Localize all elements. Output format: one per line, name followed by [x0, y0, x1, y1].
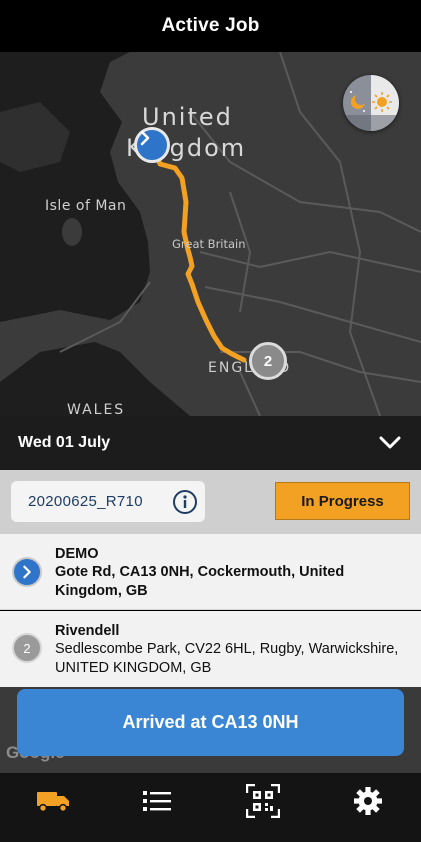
truck-icon: [37, 792, 69, 813]
map-label-wales: WALES: [67, 402, 126, 416]
tab-active-job[interactable]: [28, 781, 78, 821]
stop-2-marker: 2: [12, 633, 42, 663]
qr-scan-icon: [246, 784, 280, 818]
date-selector[interactable]: Wed 01 July: [0, 416, 421, 470]
bottom-tab-bar: [0, 773, 421, 842]
tab-settings[interactable]: [343, 781, 393, 821]
job-id-box: 20200625_R710: [11, 481, 205, 522]
day-night-toggle[interactable]: [343, 75, 399, 131]
map-label-isle-of-man: Isle of Man: [45, 198, 127, 214]
job-date: Wed 01 July: [18, 434, 111, 451]
chevron-right-icon: [140, 130, 150, 146]
chevron-down-icon[interactable]: [379, 436, 401, 450]
job-summary: 20200625_R710 In Progress: [0, 470, 421, 534]
stop-list-item[interactable]: 2 Rivendell Sedlescombe Park, CV22 6HL, …: [0, 611, 421, 687]
stop-2-map-marker[interactable]: 2: [249, 342, 287, 380]
stop-1-marker: [12, 557, 42, 587]
gear-icon: [354, 787, 382, 815]
stop-address: Sedlescombe Park, CV22 6HL, Rugby, Warwi…: [55, 641, 399, 676]
stop-2-marker-number: 2: [263, 352, 273, 370]
stop-1-details: DEMO Gote Rd, CA13 0NH, Cockermouth, Uni…: [55, 545, 410, 600]
list-icon: [143, 791, 171, 811]
arrived-button[interactable]: Arrived at CA13 0NH: [17, 689, 404, 756]
app-header: Active Job: [0, 0, 421, 52]
job-status-button[interactable]: In Progress: [275, 482, 410, 520]
stop-1-map-marker[interactable]: [134, 127, 170, 163]
job-id: 20200625_R710: [28, 493, 143, 510]
isle-of-man-shape: [62, 218, 82, 246]
tab-qr-scan[interactable]: [238, 781, 288, 821]
chevron-right-icon: [23, 565, 31, 579]
map-label-great-britain: Great Britain: [172, 237, 246, 251]
day-night-icon: [343, 75, 399, 131]
stop-number: 2: [23, 640, 31, 656]
stop-list-item[interactable]: DEMO Gote Rd, CA13 0NH, Cockermouth, Uni…: [0, 534, 421, 610]
tab-job-list[interactable]: [132, 781, 182, 821]
info-icon[interactable]: [172, 489, 198, 515]
page-title: Active Job: [161, 15, 260, 36]
stop-2-details: Rivendell Sedlescombe Park, CV22 6HL, Ru…: [55, 622, 410, 677]
stop-name: Rivendell: [55, 623, 120, 639]
stop-address: Gote Rd, CA13 0NH, Cockermouth, United K…: [55, 564, 345, 599]
route-map[interactable]: United Kingdom Isle of Man Great Britain…: [0, 52, 421, 416]
stop-name: DEMO: [55, 546, 99, 562]
